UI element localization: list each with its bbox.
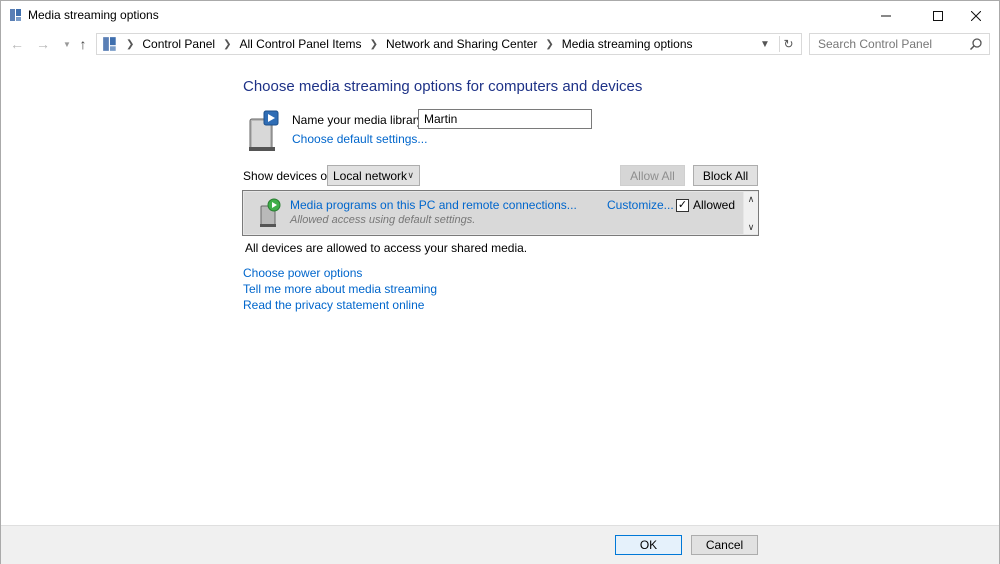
recent-locations-chevron-icon[interactable]: ▼ (59, 36, 75, 52)
refresh-icon[interactable]: ↻ (779, 36, 797, 52)
media-library-icon (249, 110, 279, 151)
up-arrow-icon[interactable]: ↑ (75, 36, 91, 52)
chevron-right-icon[interactable]: ❯ (370, 39, 378, 50)
chevron-down-icon: ∨ (407, 170, 414, 180)
allowed-label: Allowed (693, 198, 736, 212)
show-devices-select[interactable]: Local network ∨ (327, 165, 420, 186)
back-arrow-icon[interactable]: ← (9, 36, 25, 52)
device-title-link[interactable]: Media programs on this PC and remote con… (290, 198, 577, 212)
search-placeholder: Search Control Panel (818, 37, 933, 51)
list-item[interactable]: Media programs on this PC and remote con… (244, 192, 743, 234)
minimize-icon[interactable] (863, 1, 909, 30)
control-panel-icon (103, 37, 116, 51)
allowed-checkbox[interactable]: ✓ (676, 199, 689, 212)
window: Media streaming options ← → ▼ ↑ ❯ Contro… (0, 0, 1000, 564)
choose-default-settings-link[interactable]: Choose default settings... (292, 132, 427, 146)
chevron-down-icon[interactable]: ▼ (757, 36, 773, 52)
choose-power-options-link[interactable]: Choose power options (243, 266, 362, 280)
media-program-icon (260, 198, 281, 227)
device-status-text: Allowed access using default settings. (290, 214, 476, 226)
breadcrumb-network-sharing[interactable]: Network and Sharing Center (386, 37, 537, 51)
ok-button[interactable]: OK (615, 535, 682, 555)
show-devices-label: Show devices on: (243, 169, 338, 183)
breadcrumb-control-panel[interactable]: Control Panel (142, 37, 215, 51)
show-devices-value: Local network (333, 168, 408, 183)
breadcrumb-media-streaming[interactable]: Media streaming options (562, 37, 693, 51)
device-list: Media programs on this PC and remote con… (242, 190, 759, 236)
library-name-field[interactable] (418, 109, 592, 129)
chevron-right-icon: ❯ (126, 38, 135, 50)
block-all-button[interactable]: Block All (693, 165, 758, 186)
close-icon[interactable] (953, 1, 999, 30)
learn-more-link[interactable]: Tell me more about media streaming (243, 282, 437, 296)
library-name-label: Name your media library: (292, 113, 427, 127)
all-devices-status: All devices are allowed to access your s… (245, 241, 528, 255)
cancel-button[interactable]: Cancel (691, 535, 758, 555)
window-title: Media streaming options (28, 8, 159, 22)
page-title: Choose media streaming options for compu… (243, 78, 643, 95)
breadcrumb-all-items[interactable]: All Control Panel Items (240, 37, 362, 51)
forward-arrow-icon[interactable]: → (35, 36, 51, 52)
chevron-right-icon[interactable]: ❯ (223, 39, 231, 50)
footer (1, 525, 999, 564)
privacy-statement-link[interactable]: Read the privacy statement online (243, 298, 424, 312)
chevron-up-icon[interactable]: ∧ (744, 192, 758, 206)
search-input[interactable]: Search Control Panel (809, 33, 990, 55)
title-bar: Media streaming options (1, 1, 999, 30)
scrollbar[interactable]: ∧ ∨ (744, 192, 758, 234)
chevron-down-icon[interactable]: ∨ (744, 220, 758, 234)
search-icon[interactable] (969, 37, 983, 51)
address-bar[interactable]: ❯ Control Panel ❯ All Control Panel Item… (96, 33, 802, 55)
chevron-right-icon[interactable]: ❯ (545, 39, 553, 50)
customize-link[interactable]: Customize... (607, 198, 674, 212)
allow-all-button[interactable]: Allow All (620, 165, 685, 186)
control-panel-icon (10, 9, 21, 21)
